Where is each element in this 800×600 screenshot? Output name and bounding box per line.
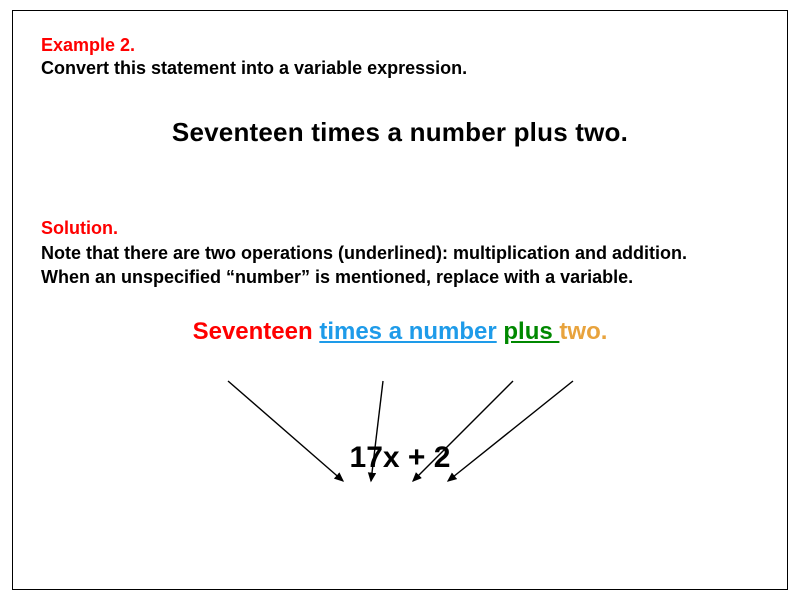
prompt-text: Convert this statement into a variable e… (41, 58, 759, 79)
solution-explanation: Note that there are two operations (unde… (41, 241, 721, 290)
mapping-arrows (13, 11, 789, 591)
example-label: Example 2. (41, 35, 759, 56)
word-two: two. (559, 318, 607, 345)
solution-label: Solution. (41, 218, 759, 239)
worksheet-frame: Example 2. Convert this statement into a… (12, 10, 788, 590)
colored-statement: Seventeen times a number plus two. (41, 318, 759, 346)
word-seventeen: Seventeen (193, 318, 313, 345)
result-expression: 17x + 2 (41, 441, 759, 475)
phrase-times-a-number: times a number (319, 318, 496, 345)
word-plus: plus (503, 318, 559, 345)
statement-text: Seventeen times a number plus two. (41, 117, 759, 148)
